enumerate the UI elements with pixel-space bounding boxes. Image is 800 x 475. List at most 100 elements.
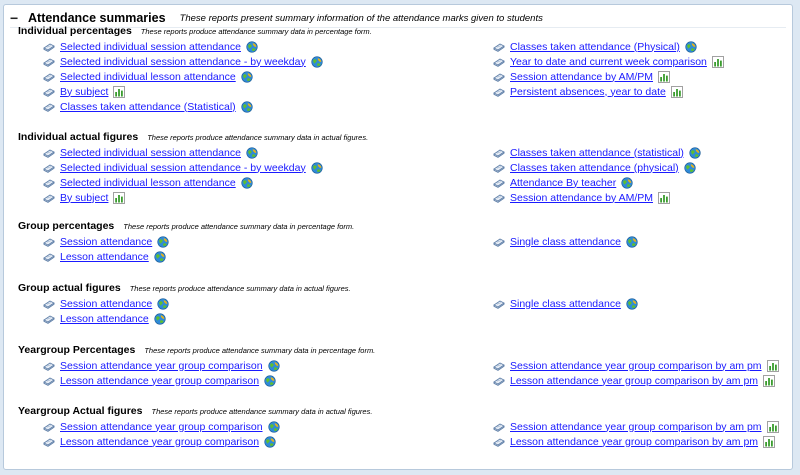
report-link-item[interactable]: Single class attendance (493, 296, 638, 311)
report-link[interactable]: Classes taken attendance (Physical) (510, 41, 680, 53)
report-link[interactable]: Attendance By teacher (510, 177, 616, 189)
report-link-item[interactable]: Selected individual session attendance -… (43, 54, 323, 69)
report-link[interactable]: Selected individual session attendance (60, 147, 241, 159)
report-link-item[interactable]: Selected individual session attendance -… (43, 160, 323, 175)
report-link-item[interactable]: Session attendance year group comparison… (493, 419, 779, 434)
report-link[interactable]: Classes taken attendance (statistical) (510, 147, 684, 159)
globe-icon (241, 70, 253, 83)
globe-icon (264, 374, 276, 387)
globe-icon (689, 146, 701, 159)
report-link[interactable]: Selected individual lesson attendance (60, 71, 236, 83)
report-link[interactable]: Single class attendance (510, 298, 621, 310)
report-link-item[interactable]: Lesson attendance (43, 249, 169, 264)
globe-icon (241, 176, 253, 189)
report-link-item[interactable]: Lesson attendance year group comparison (43, 373, 280, 388)
report-link[interactable]: Session attendance year group comparison (60, 421, 263, 433)
report-document-icon (43, 361, 55, 371)
report-document-icon (43, 148, 55, 158)
report-document-icon (43, 42, 55, 52)
report-link[interactable]: Session attendance year group comparison (60, 360, 263, 372)
report-link[interactable]: Session attendance year group comparison… (510, 360, 762, 372)
report-link-item[interactable]: Selected individual session attendance (43, 145, 323, 160)
globe-icon (311, 55, 323, 68)
report-link-item[interactable]: Selected individual session attendance (43, 39, 323, 54)
report-link[interactable]: By subject (60, 192, 108, 204)
report-document-icon (43, 299, 55, 309)
report-link-item[interactable]: By subject (43, 190, 323, 205)
report-column-left: Session attendance year group comparison… (43, 358, 280, 388)
report-link[interactable]: Lesson attendance year group comparison (60, 436, 259, 448)
section-description: These reports produce attendance summary… (144, 346, 376, 355)
report-link[interactable]: Selected individual session attendance -… (60, 162, 306, 174)
report-link[interactable]: Selected individual session attendance -… (60, 56, 306, 68)
report-link-item[interactable]: Selected individual lesson attendance (43, 175, 323, 190)
report-link-item[interactable]: Lesson attendance year group comparison (43, 434, 280, 449)
bar-chart-icon (658, 191, 670, 204)
report-link[interactable]: By subject (60, 86, 108, 98)
report-link[interactable]: Lesson attendance year group comparison … (510, 375, 758, 387)
report-link[interactable]: Classes taken attendance (physical) (510, 162, 679, 174)
report-link[interactable]: Selected individual session attendance (60, 41, 241, 53)
report-link[interactable]: Lesson attendance (60, 251, 149, 263)
report-link-item[interactable]: Classes taken attendance (physical) (493, 160, 701, 175)
report-link[interactable]: Lesson attendance year group comparison … (510, 436, 758, 448)
bar-chart-icon (712, 55, 724, 68)
report-column-right: Classes taken attendance (Physical) Year … (493, 39, 724, 99)
report-document-icon (493, 237, 505, 247)
collapse-icon[interactable]: − (10, 11, 20, 25)
section-header: Individual actual figures These reports p… (18, 131, 788, 145)
section-description: These reports produce attendance summary… (123, 222, 355, 231)
report-link-item[interactable]: Session attendance (43, 296, 169, 311)
report-link-item[interactable]: Session attendance by AM/PM (493, 190, 701, 205)
report-link-item[interactable]: Year to date and current week comparison (493, 54, 724, 69)
section-title: Individual percentages (18, 25, 132, 37)
report-link[interactable]: Classes taken attendance (Statistical) (60, 101, 236, 113)
section-title: Group actual figures (18, 282, 121, 294)
globe-icon (267, 420, 280, 433)
report-link[interactable]: Year to date and current week comparison (510, 56, 707, 68)
report-link[interactable]: Lesson attendance (60, 313, 149, 325)
report-link[interactable]: Session attendance year group comparison… (510, 421, 762, 433)
report-link[interactable]: Single class attendance (510, 236, 621, 248)
report-link[interactable]: Lesson attendance year group comparison (60, 375, 259, 387)
report-link-item[interactable]: Selected individual lesson attendance (43, 69, 323, 84)
report-link-item[interactable]: Classes taken attendance (Physical) (493, 39, 724, 54)
report-link-item[interactable]: Session attendance year group comparison (43, 358, 280, 373)
report-document-icon (43, 72, 55, 82)
report-link-item[interactable]: Lesson attendance (43, 311, 169, 326)
bar-chart-icon (766, 359, 779, 372)
report-link-item[interactable]: Session attendance year group comparison (43, 419, 280, 434)
bar-chart-icon (763, 374, 775, 387)
globe-icon (246, 40, 258, 53)
report-document-icon (493, 72, 505, 82)
report-link-item[interactable]: Persistent absences, year to date (493, 84, 724, 99)
report-link[interactable]: Session attendance by AM/PM (510, 71, 653, 83)
report-document-icon (43, 102, 55, 112)
report-link-item[interactable]: Session attendance year group comparison… (493, 358, 779, 373)
report-column-left: Session attendance year group comparison… (43, 419, 280, 449)
section-description: These reports produce attendance summary… (151, 407, 373, 416)
report-column-left: Selected individual session attendance Se… (43, 39, 323, 114)
section-description: These reports produce attendance summary… (147, 133, 369, 142)
page-description: These reports present summary informatio… (179, 12, 543, 24)
report-link[interactable]: Selected individual lesson attendance (60, 177, 236, 189)
report-link[interactable]: Session attendance by AM/PM (510, 192, 653, 204)
report-link-item[interactable]: Lesson attendance year group comparison … (493, 373, 779, 388)
bar-chart-icon (763, 435, 775, 448)
report-link[interactable]: Persistent absences, year to date (510, 86, 666, 98)
report-link-item[interactable]: Attendance By teacher (493, 175, 701, 190)
globe-icon (157, 235, 169, 248)
report-link-item[interactable]: Session attendance (43, 234, 169, 249)
report-document-icon (493, 193, 505, 203)
report-link-item[interactable]: Classes taken attendance (Statistical) (43, 99, 323, 114)
attendance-summaries-panel: − Attendance summaries These reports pre… (3, 4, 793, 470)
report-link-item[interactable]: Single class attendance (493, 234, 638, 249)
report-link-item[interactable]: Classes taken attendance (statistical) (493, 145, 701, 160)
report-section: Yeargroup Percentages These reports produ… (18, 344, 788, 387)
report-link-item[interactable]: Lesson attendance year group comparison … (493, 434, 779, 449)
report-link[interactable]: Session attendance (60, 236, 152, 248)
report-link-item[interactable]: By subject (43, 84, 323, 99)
report-link[interactable]: Session attendance (60, 298, 152, 310)
report-link-item[interactable]: Session attendance by AM/PM (493, 69, 724, 84)
report-document-icon (43, 437, 55, 447)
